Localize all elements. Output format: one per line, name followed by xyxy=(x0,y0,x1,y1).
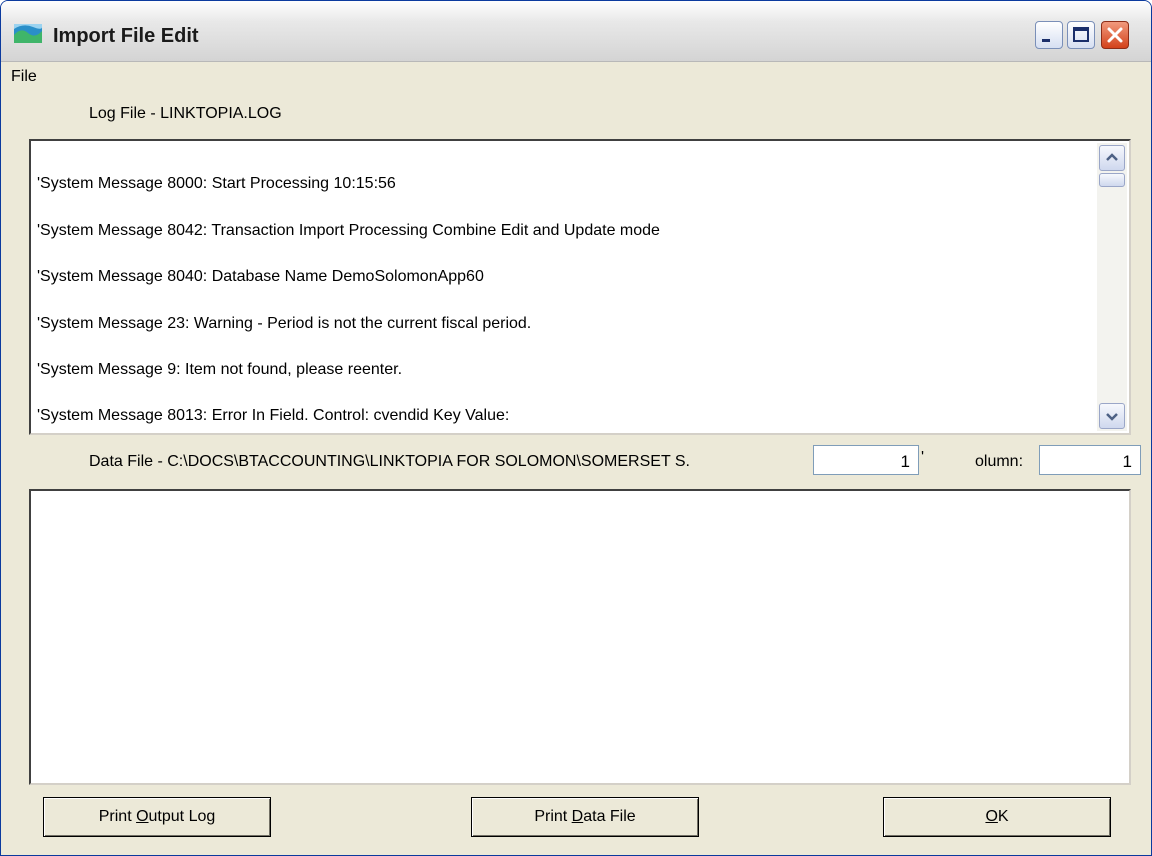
button-label: Print xyxy=(98,808,137,825)
button-label: K xyxy=(997,808,1009,825)
print-data-file-button[interactable]: Print Data File xyxy=(471,797,699,837)
log-text-area[interactable]: 'System Message 8000: Start Processing 1… xyxy=(29,139,1131,435)
log-line: 'System Message 23: Warning - Period is … xyxy=(37,315,532,332)
scroll-thumb[interactable] xyxy=(1099,173,1125,187)
close-button[interactable] xyxy=(1101,21,1129,49)
data-file-text-area[interactable] xyxy=(29,489,1131,785)
minimize-button[interactable] xyxy=(1035,21,1063,49)
menu-file[interactable]: File xyxy=(11,68,37,86)
button-label: ata File xyxy=(583,808,636,825)
log-line: 'System Message 9: Item not found, pleas… xyxy=(37,361,403,378)
log-line: 'System Message 8000: Start Processing 1… xyxy=(37,175,396,192)
title-bar[interactable]: Import File Edit xyxy=(1,1,1151,62)
button-mnemonic: D xyxy=(571,808,584,825)
scroll-down-button[interactable] xyxy=(1099,403,1125,429)
minimize-icon xyxy=(1042,39,1050,42)
import-file-edit-window: Import File Edit File Log File - LINKTOP… xyxy=(0,0,1152,856)
button-mnemonic: O xyxy=(136,808,149,825)
scroll-up-button[interactable] xyxy=(1099,145,1125,171)
log-line: 'System Message 8040: Database Name Demo… xyxy=(37,268,484,285)
print-output-log-button[interactable]: Print Output Log xyxy=(43,797,271,837)
data-file-label: Data File - C:\DOCS\BTACCOUNTING\LINKTOP… xyxy=(89,453,690,470)
app-icon xyxy=(14,24,43,43)
row-label-fragment: ' xyxy=(921,449,925,466)
log-scrollbar[interactable] xyxy=(1097,143,1127,431)
log-line: 'System Message 8042: Transaction Import… xyxy=(37,222,660,239)
ok-button[interactable]: OK xyxy=(883,797,1111,837)
menu-bar: File xyxy=(1,62,1151,90)
chevron-up-icon xyxy=(1106,153,1118,161)
log-file-label: Log File - LINKTOPIA.LOG xyxy=(89,105,282,122)
maximize-icon xyxy=(1073,27,1089,42)
log-line: 'System Message 8013: Error In Field. Co… xyxy=(37,407,510,424)
column-field[interactable]: 1 xyxy=(1039,445,1141,475)
button-label: utput Log xyxy=(148,808,216,825)
column-label: olumn: xyxy=(975,453,1024,470)
row-field[interactable]: 1 xyxy=(813,445,919,475)
chevron-down-icon xyxy=(1106,413,1118,421)
button-label: Print xyxy=(534,808,572,825)
button-mnemonic: O xyxy=(985,808,998,825)
log-lines: 'System Message 8000: Start Processing 1… xyxy=(33,143,1095,431)
window-title: Import File Edit xyxy=(53,25,199,47)
maximize-button[interactable] xyxy=(1067,21,1095,49)
close-icon xyxy=(1107,27,1123,43)
